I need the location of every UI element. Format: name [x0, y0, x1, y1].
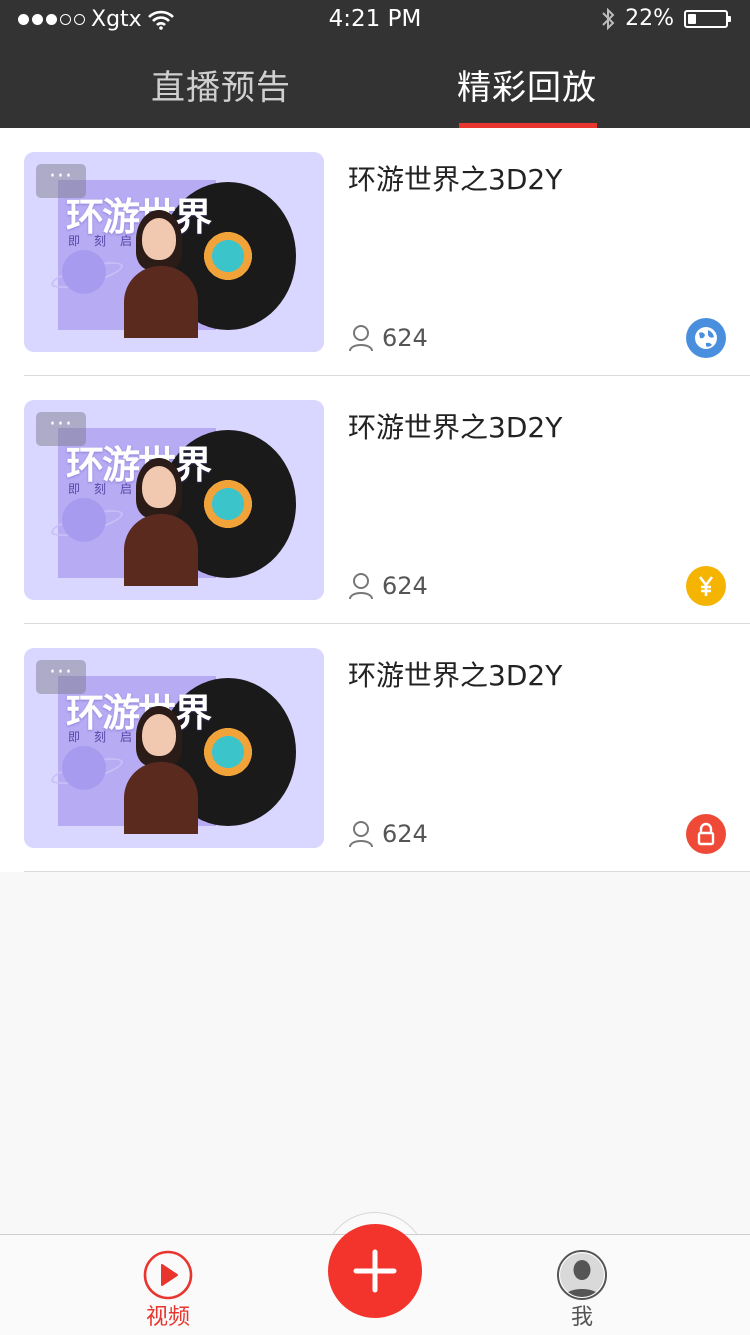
list-item[interactable]: 环游世界 即刻启程 ··· 环游世界之3D2Y 624	[0, 128, 750, 376]
more-options-button[interactable]: ···	[36, 412, 86, 446]
tab-video-label: 视频	[145, 1305, 190, 1330]
viewer-count: 624	[348, 572, 428, 600]
battery-percent: 22%	[625, 6, 674, 31]
viewer-count-value: 624	[382, 572, 428, 600]
row-divider	[24, 871, 750, 872]
globe-icon	[686, 318, 726, 358]
lock-icon	[686, 814, 726, 854]
person-photo	[120, 452, 198, 586]
item-title: 环游世界之3D2Y	[348, 411, 563, 444]
viewer-count-value: 624	[382, 820, 428, 848]
bluetooth-icon	[602, 7, 615, 30]
replay-list: 环游世界 即刻启程 ··· 环游世界之3D2Y 624 环游世界 即刻启程 ··…	[0, 128, 750, 872]
header: Xgtx 4:21 PM 22% 直播预告 精彩回放	[0, 0, 750, 128]
add-button[interactable]	[328, 1224, 422, 1318]
tab-highlight-replay[interactable]: 精彩回放	[457, 60, 597, 109]
tab-live-preview[interactable]: 直播预告	[151, 60, 291, 109]
list-item[interactable]: 环游世界 即刻启程 ··· 环游世界之3D2Y 624	[0, 376, 750, 624]
more-options-button[interactable]: ···	[36, 164, 86, 198]
play-circle-icon	[143, 1250, 193, 1300]
viewer-count: 624	[348, 820, 428, 848]
viewer-count-value: 624	[382, 324, 428, 352]
avatar-icon	[557, 1250, 607, 1300]
list-item[interactable]: 环游世界 即刻启程 ··· 环游世界之3D2Y 624	[0, 624, 750, 872]
yen-icon	[686, 566, 726, 606]
item-title: 环游世界之3D2Y	[348, 659, 563, 692]
tab-me-label: 我	[570, 1305, 593, 1330]
person-photo	[120, 700, 198, 834]
more-options-button[interactable]: ···	[36, 660, 86, 694]
viewer-count: 624	[348, 324, 428, 352]
item-title: 环游世界之3D2Y	[348, 163, 563, 196]
person-icon	[349, 573, 373, 600]
person-icon	[349, 325, 373, 352]
person-icon	[349, 821, 373, 848]
battery-icon	[684, 9, 731, 28]
video-thumbnail[interactable]: 环游世界 即刻启程 ···	[24, 152, 324, 352]
status-bar: Xgtx 4:21 PM 22%	[0, 0, 750, 40]
video-thumbnail[interactable]: 环游世界 即刻启程 ···	[24, 400, 324, 600]
tab-bar-top: 直播预告 精彩回放	[0, 40, 750, 128]
plus-icon	[353, 1249, 397, 1293]
person-photo	[120, 204, 198, 338]
video-thumbnail[interactable]: 环游世界 即刻启程 ···	[24, 648, 324, 848]
